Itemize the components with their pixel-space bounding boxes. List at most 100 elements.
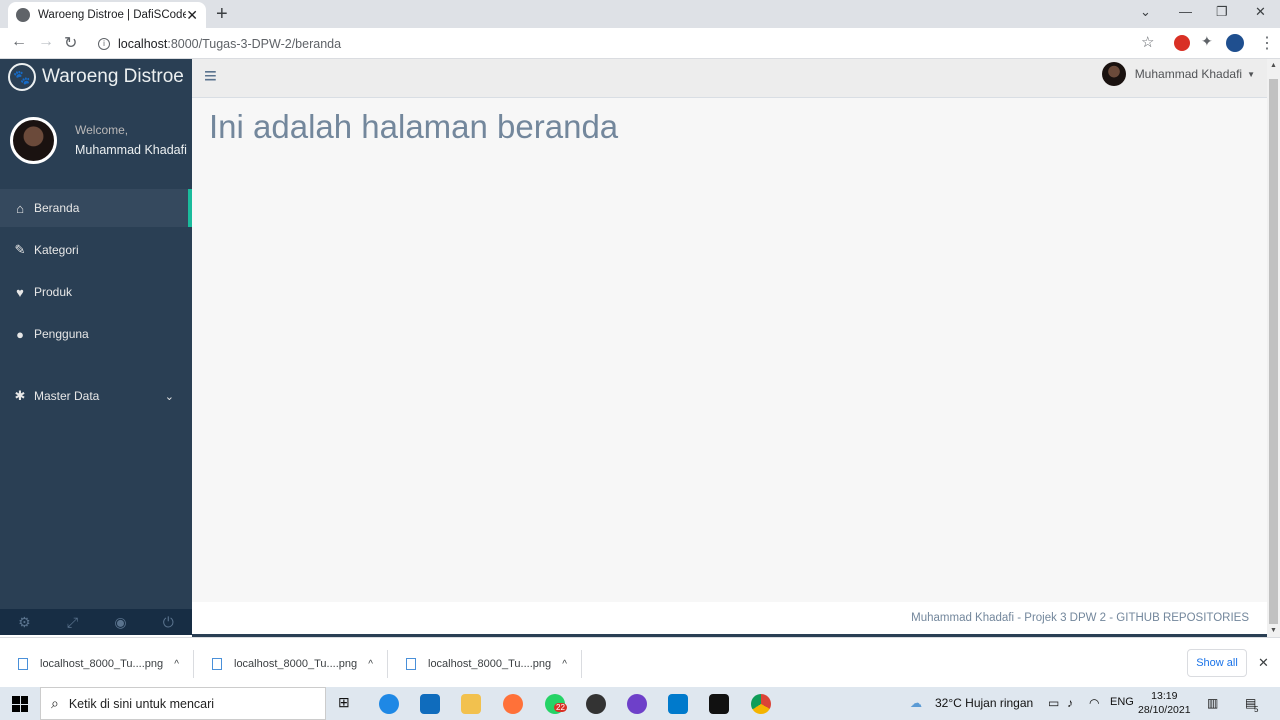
taskbar-search-input[interactable]: ⌕ Ketik di sini untuk mencari — [40, 687, 326, 720]
logout-icon[interactable]: ⏻ — [163, 614, 174, 631]
footer-text: Muhammad Khadafi - Projek 3 DPW 2 - GITH… — [911, 612, 1249, 624]
sidebar-item-produk[interactable]: ♥ Produk — [0, 273, 192, 311]
notification-badge: 22 — [554, 703, 567, 712]
search-icon: ⌕ — [51, 695, 59, 711]
page-title: Ini adalah halaman beranda — [209, 108, 619, 145]
weather-icon: ☁ — [910, 696, 922, 710]
tab-title: Waroeng Distroe | DafiSCode — [38, 9, 187, 21]
mail-icon[interactable] — [420, 694, 440, 714]
welcome-text: Welcome, — [75, 123, 129, 137]
vscode-icon[interactable] — [668, 694, 688, 714]
close-download-bar-icon[interactable]: ✕ — [1258, 655, 1269, 671]
extensions-icon[interactable]: ✦ — [1201, 33, 1213, 50]
download-bar: localhost_8000_Tu....png ^ localhost_800… — [0, 637, 1280, 687]
heart-icon: ♥ — [16, 284, 24, 300]
side-menu: ⌂ Beranda ✎ Kategori ♥ Produk ● Pengguna… — [0, 189, 192, 415]
sidebar-footer: ⚙ ⤢ ◉ ⏻ — [0, 609, 192, 635]
download-filename: localhost_8000_Tu....png — [40, 658, 164, 670]
browser-toolbar: ← → ↻ i localhost:8000/Tugas-3-DPW-2/ber… — [0, 28, 1280, 59]
github-desktop-icon[interactable] — [627, 694, 647, 714]
scroll-up-icon[interactable]: ▲ — [1270, 62, 1277, 69]
back-icon[interactable]: ← — [11, 33, 27, 51]
firefox-icon[interactable] — [503, 694, 523, 714]
show-all-button[interactable]: Show all — [1187, 649, 1247, 677]
pencil-icon: ✎ — [14, 242, 26, 257]
menu-toggle-icon[interactable]: ≡ — [204, 65, 217, 87]
download-filename: localhost_8000_Tu....png — [428, 658, 552, 670]
profile-section: Welcome, Muhammad Khadafi — [0, 95, 192, 185]
site-info-icon[interactable]: i — [98, 37, 110, 50]
scroll-down-icon[interactable]: ▼ — [1270, 627, 1277, 634]
volume-icon[interactable]: ♪ — [1067, 696, 1073, 710]
avatar — [1101, 62, 1126, 86]
notification-count: 5 — [1254, 705, 1259, 714]
file-icon — [212, 658, 222, 670]
main-content: Ini adalah halaman beranda — [192, 98, 1267, 602]
user-dropdown[interactable]: Muhammad Khadafi ▼ — [1101, 62, 1255, 86]
sidebar-item-label: Produk — [34, 285, 73, 299]
browser-tabbar: Waroeng Distroe | DafiSCode ✕ + ⌄ — ❐ ✕ — [0, 0, 1280, 28]
scrollbar[interactable]: ▲ ▼ — [1267, 59, 1280, 637]
sidebar-item-beranda[interactable]: ⌂ Beranda — [0, 189, 192, 227]
file-explorer-icon[interactable] — [461, 694, 481, 714]
browser-tab[interactable]: Waroeng Distroe | DafiSCode ✕ — [8, 2, 206, 28]
terminal-icon[interactable] — [709, 694, 729, 714]
site-favicon-icon — [16, 8, 30, 22]
top-nav: ≡ Muhammad Khadafi ▼ — [192, 59, 1267, 98]
bookmark-star-icon[interactable]: ☆ — [1141, 33, 1154, 51]
file-icon — [18, 658, 28, 670]
sidebar-item-label: Pengguna — [34, 327, 89, 341]
download-filename: localhost_8000_Tu....png — [234, 658, 358, 670]
caret-down-icon: ▼ — [1247, 69, 1255, 79]
sidebar-item-label: Beranda — [34, 201, 80, 215]
clock[interactable]: 13:19 28/10/2021 — [1138, 689, 1191, 717]
bug-icon: ✱ — [14, 388, 26, 403]
browser-menu-icon[interactable]: ⋮ — [1259, 33, 1275, 53]
obs-icon[interactable] — [586, 694, 606, 714]
forward-icon[interactable]: → — [38, 33, 54, 51]
whatsapp-icon[interactable]: 22 — [545, 694, 567, 714]
windows-start-icon[interactable] — [12, 696, 28, 712]
lock-icon[interactable]: ◉ — [114, 614, 126, 631]
profile-avatar — [10, 116, 57, 164]
edge-icon[interactable] — [379, 694, 399, 714]
meet-now-icon[interactable]: ▥ — [1207, 696, 1218, 710]
sidebar-item-kategori[interactable]: ✎ Kategori — [0, 231, 192, 269]
battery-icon[interactable]: ▭ — [1048, 696, 1059, 710]
new-tab-icon[interactable]: + — [216, 4, 228, 24]
download-item[interactable]: localhost_8000_Tu....png ^ — [194, 650, 388, 678]
footer: Muhammad Khadafi - Projek 3 DPW 2 - GITH… — [192, 602, 1267, 634]
tab-search-icon[interactable]: ⌄ — [1140, 4, 1151, 20]
chrome-icon[interactable] — [751, 694, 771, 714]
chevron-up-icon[interactable]: ^ — [562, 659, 567, 670]
brand-name: Waroeng Distroe — [42, 66, 184, 87]
chevron-up-icon[interactable]: ^ — [368, 659, 373, 670]
download-item[interactable]: localhost_8000_Tu....png ^ — [0, 650, 194, 678]
close-window-icon[interactable]: ✕ — [1255, 4, 1266, 20]
settings-icon[interactable]: ⚙ — [18, 614, 31, 631]
fullscreen-icon[interactable]: ⤢ — [67, 614, 78, 631]
user-name: Muhammad Khadafi — [1134, 67, 1243, 81]
wifi-icon[interactable]: ◠ — [1089, 696, 1099, 710]
adblock-icon[interactable] — [1174, 35, 1190, 51]
chevron-up-icon[interactable]: ^ — [174, 659, 179, 670]
sidebar-item-master-data[interactable]: ✱ Master Data ⌄ — [0, 377, 192, 415]
windows-taskbar: ⌕ Ketik di sini untuk mencari ⊞ 22 ☁ 32°… — [0, 687, 1280, 720]
chevron-down-icon: ⌄ — [164, 390, 174, 403]
profile-avatar-icon[interactable] — [1226, 34, 1244, 52]
reload-icon[interactable]: ↻ — [64, 33, 77, 53]
search-placeholder: Ketik di sini untuk mencari — [68, 696, 215, 711]
download-item[interactable]: localhost_8000_Tu....png ^ — [388, 650, 582, 678]
minimize-icon[interactable]: — — [1179, 4, 1192, 19]
task-view-icon[interactable]: ⊞ — [338, 694, 350, 711]
close-tab-icon[interactable]: ✕ — [186, 7, 198, 24]
scrollbar-thumb[interactable] — [1269, 79, 1278, 624]
weather-text[interactable]: 32°C Hujan ringan — [935, 696, 1033, 710]
address-bar[interactable]: i localhost:8000/Tugas-3-DPW-2/beranda — [90, 31, 1170, 56]
sidebar-item-label: Master Data — [34, 389, 100, 403]
maximize-icon[interactable]: ❐ — [1216, 4, 1228, 20]
sidebar-item-pengguna[interactable]: ● Pengguna — [0, 315, 192, 353]
sidebar: 🐾 Waroeng Distroe Welcome, Muhammad Khad… — [0, 59, 192, 635]
brand[interactable]: 🐾 Waroeng Distroe — [0, 59, 192, 95]
language-indicator[interactable]: ENG — [1110, 696, 1134, 708]
